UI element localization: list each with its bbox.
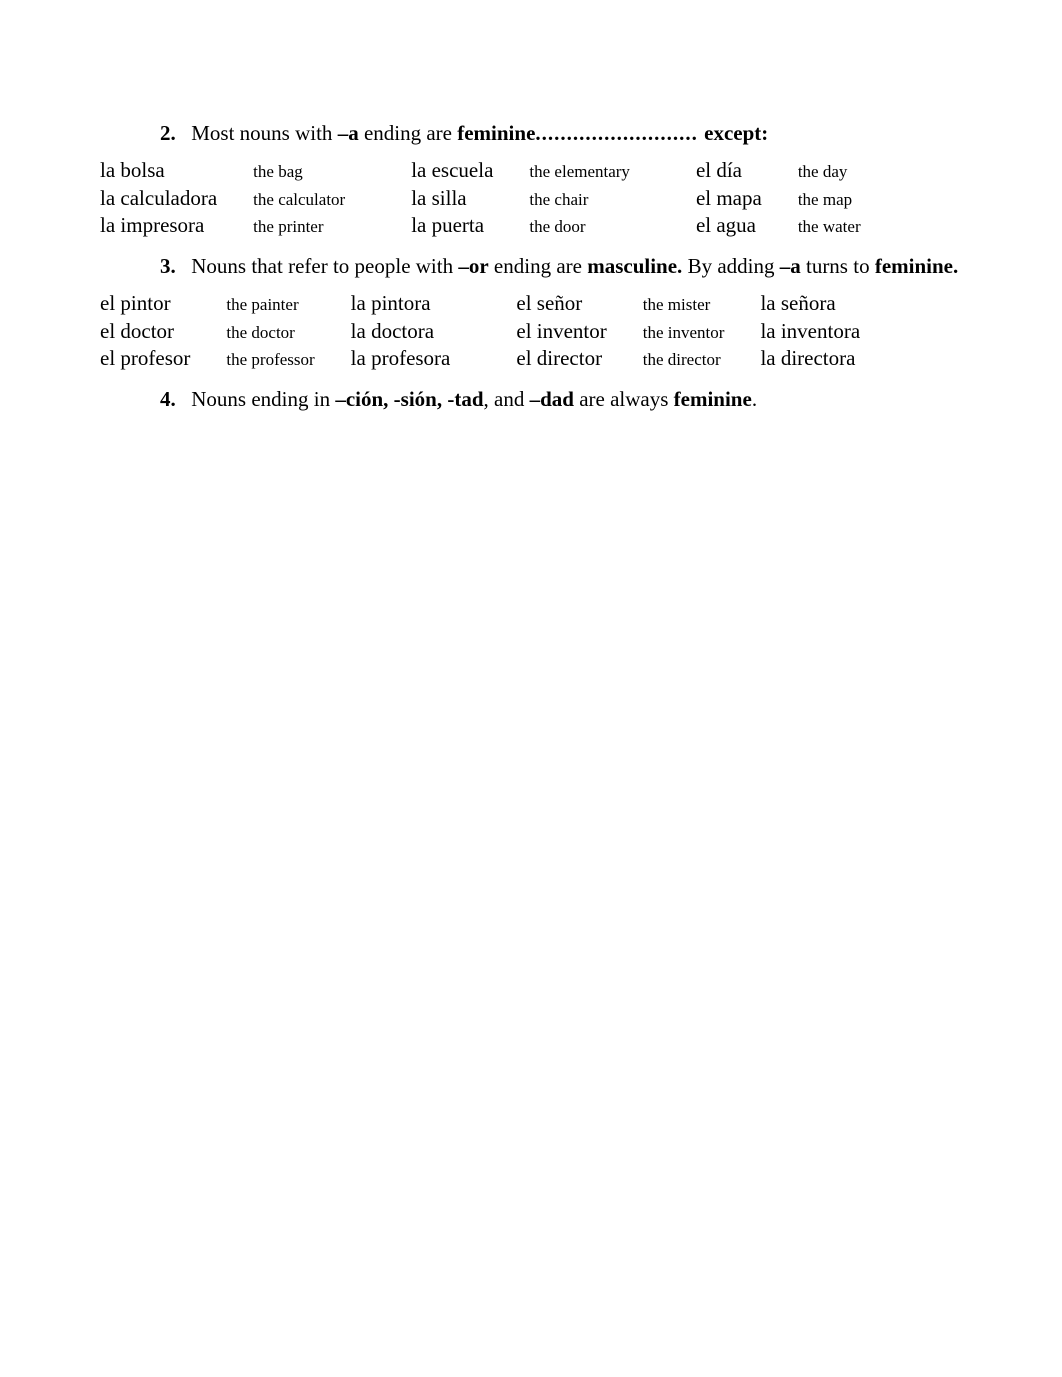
text: Nouns that refer to people with xyxy=(191,254,458,278)
spanish-word: la escuela xyxy=(411,157,501,184)
text: turns to xyxy=(801,254,875,278)
spanish-word: la inventora xyxy=(760,318,868,345)
spanish-word: la puerta xyxy=(411,212,501,239)
spanish-word: el señor xyxy=(516,290,614,317)
table-row: el doctor the doctor la doctora el inven… xyxy=(100,318,868,345)
english-word: the chair xyxy=(529,185,638,212)
bold-text: –or xyxy=(458,254,488,278)
text: are always xyxy=(574,387,674,411)
bold-text: –a xyxy=(780,254,801,278)
english-word: the door xyxy=(529,212,638,239)
bold-text: feminine. xyxy=(875,254,958,278)
spanish-word: la calculadora xyxy=(100,185,225,212)
text: ending are xyxy=(489,254,588,278)
list-item-2: 2. Most nouns with –a ending are feminin… xyxy=(160,120,982,147)
english-word: the calculator xyxy=(253,185,353,212)
english-word: the elementary xyxy=(529,157,638,184)
spanish-word: la directora xyxy=(760,345,868,372)
bold-text: –dad xyxy=(530,387,574,411)
table-row: la impresora the printer la puerta the d… xyxy=(100,212,869,239)
spanish-word: la profesora xyxy=(351,345,459,372)
english-word: the painter xyxy=(226,290,322,317)
list-item-3: 3. Nouns that refer to people with –or e… xyxy=(160,253,982,280)
dots: .......................... xyxy=(535,121,704,145)
table-row: la calculadora the calculator la silla t… xyxy=(100,185,869,212)
document-page: 2. Most nouns with –a ending are feminin… xyxy=(0,0,1062,414)
item-number: 3. xyxy=(160,253,186,280)
spanish-word: el pintor xyxy=(100,290,198,317)
text: . xyxy=(752,387,757,411)
english-word: the doctor xyxy=(226,318,322,345)
text: , and xyxy=(484,387,530,411)
bold-text: feminine xyxy=(457,121,535,145)
table-row: el profesor the professor la profesora e… xyxy=(100,345,868,372)
spanish-word: la silla xyxy=(411,185,501,212)
english-word: the director xyxy=(643,345,733,372)
english-word: the map xyxy=(798,185,869,212)
bold-text: –ción, -sión, -tad xyxy=(335,387,483,411)
spanish-word: el doctor xyxy=(100,318,198,345)
text: Nouns ending in xyxy=(191,387,335,411)
spanish-word: el agua xyxy=(696,212,770,239)
english-word: the professor xyxy=(226,345,322,372)
english-word: the bag xyxy=(253,157,353,184)
vocab-table-a-ending: la bolsa the bag la escuela the elementa… xyxy=(100,157,869,239)
english-word: the water xyxy=(798,212,869,239)
spanish-word: el profesor xyxy=(100,345,198,372)
bold-text: except: xyxy=(704,121,768,145)
english-word: the day xyxy=(798,157,869,184)
spanish-word: la señora xyxy=(760,290,868,317)
spanish-word: la bolsa xyxy=(100,157,225,184)
spanish-word: la pintora xyxy=(351,290,459,317)
bold-text: –a xyxy=(338,121,359,145)
english-word: the inventor xyxy=(643,318,733,345)
bold-text: feminine xyxy=(674,387,752,411)
english-word: the mister xyxy=(643,290,733,317)
spanish-word: el mapa xyxy=(696,185,770,212)
spanish-word: el inventor xyxy=(516,318,614,345)
text: ending are xyxy=(359,121,458,145)
text: By adding xyxy=(682,254,779,278)
item-number: 4. xyxy=(160,386,186,413)
english-word: the printer xyxy=(253,212,353,239)
table-row: el pintor the painter la pintora el seño… xyxy=(100,290,868,317)
spanish-word: la impresora xyxy=(100,212,225,239)
table-row: la bolsa the bag la escuela the elementa… xyxy=(100,157,869,184)
vocab-table-or-ending: el pintor the painter la pintora el seño… xyxy=(100,290,868,372)
list-item-4: 4. Nouns ending in –ción, -sión, -tad, a… xyxy=(160,386,982,413)
text: Most nouns with xyxy=(191,121,337,145)
bold-text: masculine. xyxy=(587,254,682,278)
spanish-word: la doctora xyxy=(351,318,459,345)
spanish-word: el día xyxy=(696,157,770,184)
item-number: 2. xyxy=(160,120,186,147)
spanish-word: el director xyxy=(516,345,614,372)
